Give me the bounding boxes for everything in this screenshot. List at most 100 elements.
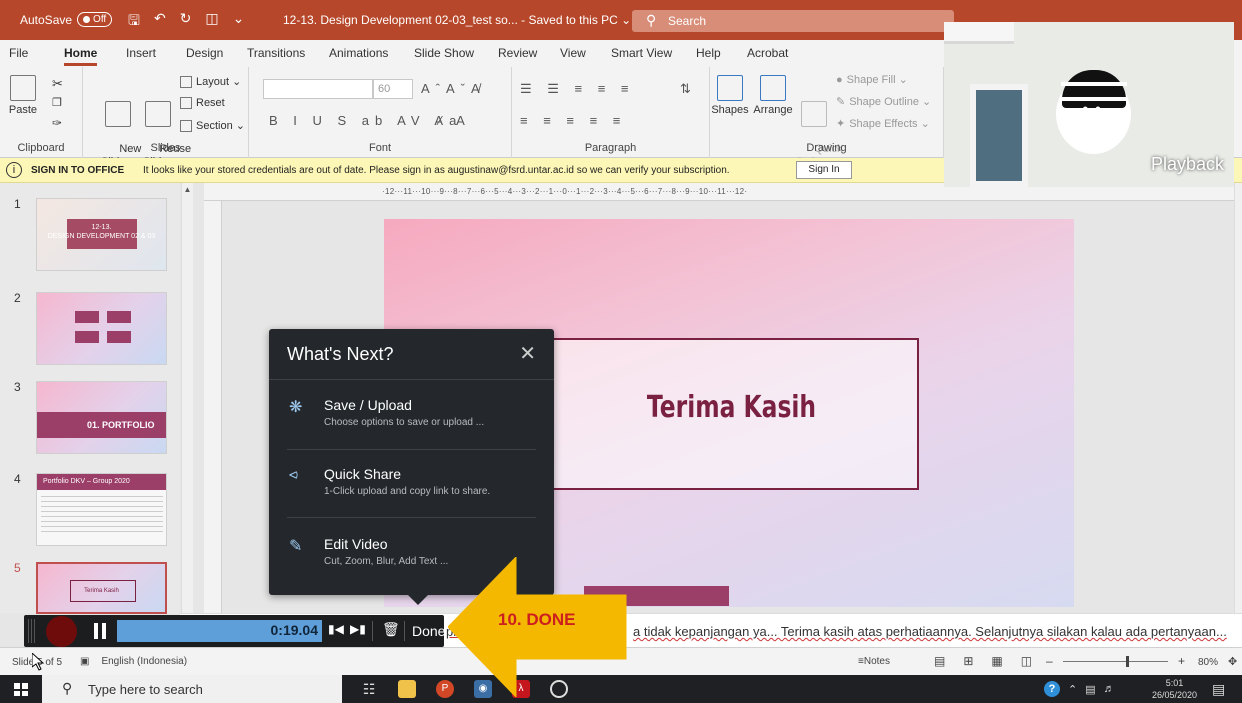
vertical-ruler (204, 201, 222, 616)
panel-divider (287, 517, 536, 518)
clipboard-group-label: Clipboard (17, 142, 65, 154)
arrange-button[interactable]: Arrange (750, 75, 796, 117)
skip-forward-icon[interactable]: ▶▮ (350, 622, 366, 636)
drag-handle-icon[interactable] (28, 619, 36, 643)
fit-slide-icon[interactable]: ✥ (1228, 655, 1237, 668)
font-color-icons[interactable]: ∕ A (439, 113, 471, 128)
help-icon[interactable]: ? (1044, 681, 1060, 697)
copy-icon[interactable]: ❐ (52, 97, 62, 110)
thumbnail-text: 12-13. DESIGN DEVELOPMENT 02 & 03 (47, 224, 156, 240)
font-style-icons[interactable]: B I U S ab AV Aa (269, 113, 462, 128)
skip-back-icon[interactable]: ▮◀ (328, 622, 344, 636)
tab-acrobat[interactable]: Acrobat (747, 46, 788, 60)
slide-scrollbar[interactable] (1234, 183, 1242, 613)
customize-qat-icon[interactable]: ⌄ (233, 10, 245, 34)
slide-title-frame[interactable]: Terima Kasih (544, 338, 919, 490)
redo-icon[interactable]: ↻ (180, 10, 192, 34)
zoom-slider[interactable] (1063, 661, 1168, 662)
task-view-icon[interactable]: ☷ (360, 680, 378, 698)
tab-home[interactable]: Home (64, 46, 98, 66)
thumbnail-number: 2 (14, 291, 21, 305)
slide-sorter-icon[interactable]: ⊞ (963, 654, 973, 668)
autosave-state: Off (93, 14, 107, 25)
volume-icon[interactable]: ♬ (1104, 683, 1115, 695)
tab-smart-view[interactable]: Smart View (611, 46, 672, 60)
document-title[interactable]: 12-13. Design Development 02-03_test so.… (283, 13, 631, 27)
tab-animations[interactable]: Animations (329, 46, 388, 60)
slide-thumbnail-4[interactable]: Portfolio DKV – Group 2020 (36, 473, 167, 546)
slide-title[interactable]: Terima Kasih (587, 390, 876, 425)
spelling-icon[interactable]: ▣ (80, 656, 89, 667)
normal-view-icon[interactable]: ▤ (934, 654, 945, 668)
shapes-icon (717, 75, 743, 101)
shapes-button[interactable]: Shapes (710, 75, 750, 117)
reuse-slides-icon (145, 101, 171, 127)
autosave[interactable]: AutoSave Off (20, 12, 113, 27)
zoom-level[interactable]: 80% (1198, 657, 1218, 668)
quick-share-option[interactable]: ⪦ Quick Share 1-Click upload and copy li… (287, 466, 537, 516)
network-icon[interactable]: ▤ (1085, 683, 1095, 696)
record-button[interactable] (46, 616, 77, 647)
tab-review[interactable]: Review (498, 46, 537, 60)
shape-effects-button[interactable]: ✦ Shape Effects ⌄ (836, 117, 930, 130)
show-hidden-icons-icon[interactable]: ⌃ (1068, 683, 1077, 696)
title-search-box[interactable]: ⚲ Search (632, 10, 954, 32)
autosave-toggle[interactable]: Off (77, 12, 113, 27)
taskbar-search-box[interactable]: ⚲ Type here to search (42, 675, 342, 703)
text-direction-icon[interactable]: ⇅ (680, 81, 697, 97)
zoom-in-button[interactable]: + (1178, 654, 1185, 668)
zoom-out-button[interactable]: – (1046, 654, 1053, 668)
section-button[interactable]: Section ⌄ (180, 119, 245, 132)
sign-in-button[interactable]: Sign In (796, 161, 852, 179)
align-icons[interactable]: ≡ ≡ ≡ ≡ ≡ (520, 113, 626, 128)
thumbnail-number: 5 (14, 561, 21, 575)
language-indicator[interactable]: ▣ English (Indonesia) (80, 656, 187, 667)
file-explorer-icon[interactable] (398, 680, 416, 698)
tab-transitions[interactable]: Transitions (247, 46, 305, 60)
trash-icon[interactable]: 🗑 (382, 621, 400, 638)
tab-view[interactable]: View (560, 46, 586, 60)
paste-button[interactable]: Paste (8, 75, 38, 117)
tab-help[interactable]: Help (696, 46, 721, 60)
reset-button[interactable]: Reset (180, 97, 225, 109)
windows-start-icon[interactable] (14, 683, 28, 696)
reading-view-icon[interactable]: ▦ (991, 654, 1002, 668)
option-label: Save / Upload (324, 397, 412, 413)
tab-design[interactable]: Design (186, 46, 223, 60)
shape-fill-button[interactable]: ● Shape Fill ⌄ (836, 73, 908, 87)
thumbnails-scrollbar[interactable]: ▲ (181, 183, 193, 613)
save-upload-option[interactable]: ❋ Save / Upload Choose options to save o… (287, 397, 537, 447)
webcam-air-conditioner (944, 22, 1014, 44)
undo-icon[interactable]: ↶ (154, 10, 166, 34)
thumbnail-number: 4 (14, 472, 21, 486)
shape-outline-button[interactable]: ✎ Shape Outline ⌄ (836, 95, 931, 108)
present-icon[interactable]: ◫ (205, 10, 218, 34)
slide-thumbnail-5[interactable]: Terima Kasih (36, 562, 167, 614)
notifications-icon[interactable]: ▤ (1212, 681, 1225, 698)
taskbar-clock[interactable]: 5:01 26/05/2020 (1152, 677, 1197, 701)
toolbar-divider (372, 621, 373, 641)
zoom-slider-thumb[interactable] (1126, 656, 1129, 667)
tab-file[interactable]: File (9, 46, 28, 60)
tab-slide-show[interactable]: Slide Show (414, 46, 474, 60)
slide-thumbnail-3[interactable]: 01. PORTFOLIO (36, 381, 167, 454)
layout-button[interactable]: Layout ⌄ (180, 75, 241, 88)
cut-icon[interactable]: ✂ (52, 77, 63, 90)
webcam-mask-band (1061, 82, 1127, 86)
done-button[interactable]: Done (412, 623, 445, 639)
pause-icon[interactable] (94, 623, 106, 639)
option-label: Edit Video (324, 536, 388, 552)
slide-thumbnail-1[interactable]: 12-13. DESIGN DEVELOPMENT 02 & 03 (36, 198, 167, 271)
grow-shrink-font-icons[interactable]: AˆAˇA̸ (421, 81, 486, 96)
slide-thumbnail-2[interactable] (36, 292, 167, 365)
font-size-box[interactable]: 60 (373, 79, 413, 99)
list-icons[interactable]: ☰ ☰ ≡ ≡ ≡ (520, 81, 635, 97)
scroll-up-icon[interactable]: ▲ (182, 185, 193, 194)
format-painter-icon[interactable]: ✑ (52, 117, 62, 130)
save-icon[interactable]: 🖫 (128, 10, 140, 34)
tab-insert[interactable]: Insert (126, 46, 156, 60)
slideshow-view-icon[interactable]: ◫ (1021, 654, 1032, 668)
font-name-box[interactable] (263, 79, 373, 99)
notes-button[interactable]: ≡Notes (858, 656, 890, 667)
close-icon[interactable]: ✕ (519, 341, 536, 366)
